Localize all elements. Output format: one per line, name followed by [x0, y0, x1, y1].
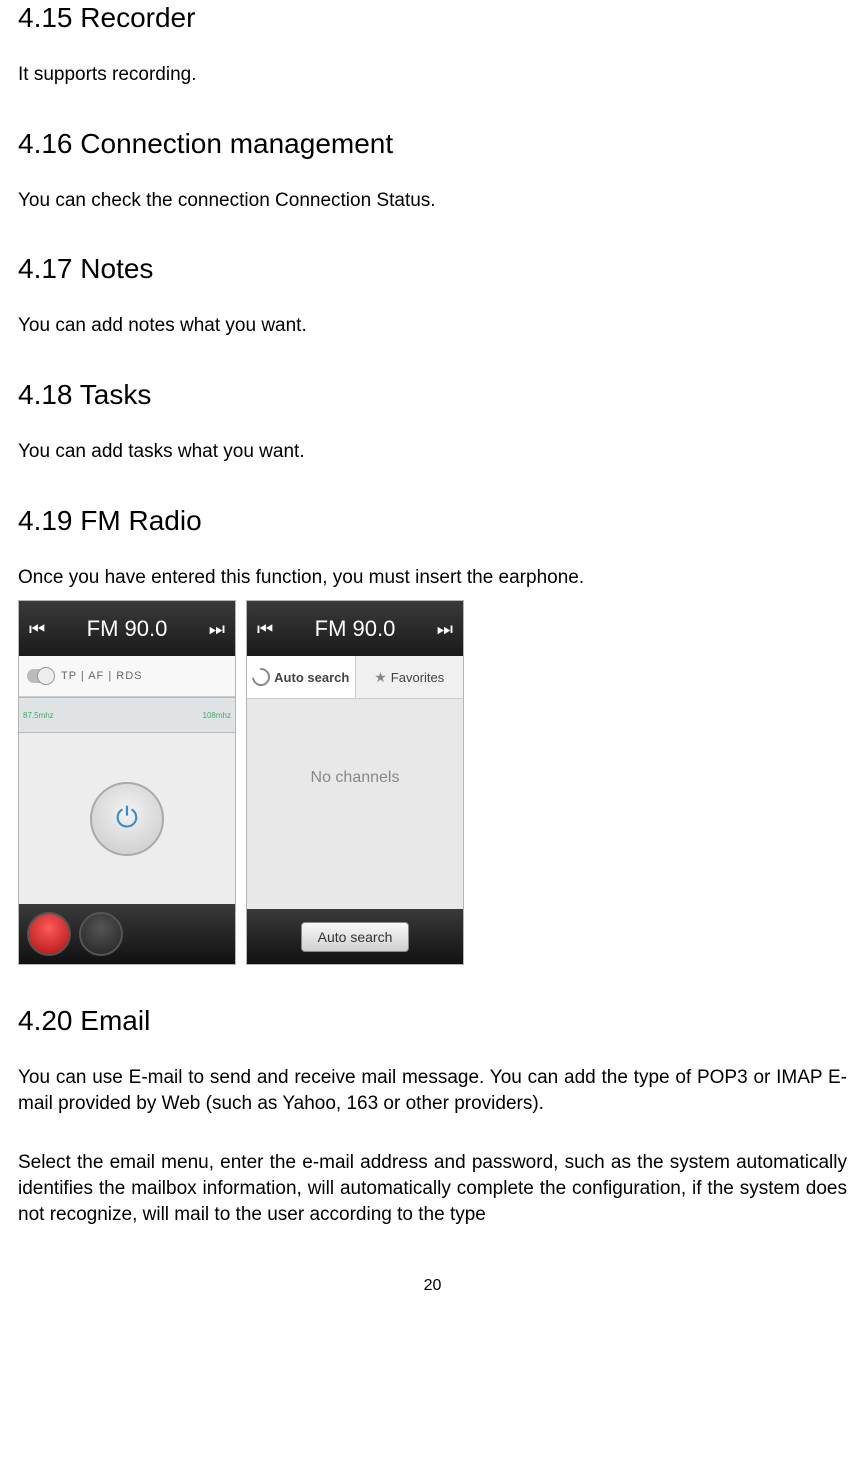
body-4-19: Once you have entered this function, you… [18, 565, 847, 591]
fm-middle-area: ⏻ [19, 733, 235, 904]
fm-tuner-bar: ⏮ FM 90.0 ⏭ [19, 601, 235, 656]
heading-4-16: 4.16 Connection management [18, 98, 847, 160]
prev-station-icon-2[interactable]: ⏮ [257, 620, 273, 638]
fm-tabs: Auto search ★ Favorites [247, 656, 463, 699]
auto-search-button[interactable]: Auto search [301, 922, 410, 952]
power-icon: ⏻ [116, 802, 138, 835]
next-station-icon-2[interactable]: ⏭ [437, 620, 453, 638]
rds-label: TP | AF | RDS [61, 670, 142, 682]
tab-auto-search[interactable]: Auto search [247, 656, 356, 698]
body-4-16: You can check the connection Connection … [18, 188, 847, 214]
heading-4-19: 4.19 FM Radio [18, 475, 847, 537]
fm-radio-figure: ⏮ FM 90.0 ⏭ TP | AF | RDS 87.5mhz 108mhz… [18, 600, 847, 965]
heading-4-18: 4.18 Tasks [18, 349, 847, 411]
power-button[interactable]: ⏻ [90, 782, 164, 856]
secondary-button[interactable] [79, 912, 123, 956]
page-number: 20 [18, 1277, 847, 1295]
body-4-18: You can add tasks what you want. [18, 439, 847, 465]
fm-search-row: Auto search [247, 909, 463, 964]
body-4-20-p2: Select the email menu, enter the e-mail … [18, 1150, 847, 1227]
rds-toggle[interactable] [27, 669, 55, 683]
tab-favorites[interactable]: ★ Favorites [356, 656, 464, 698]
star-icon: ★ [374, 669, 387, 686]
fm-frequency-label-2: FM 90.0 [273, 616, 437, 642]
scale-high-label: 108mhz [203, 711, 231, 720]
record-button[interactable] [27, 912, 71, 956]
scale-low-label: 87.5mhz [23, 711, 54, 720]
fm-right-pane: ⏮ FM 90.0 ⏭ Auto search ★ Favorites No c… [246, 600, 464, 965]
fm-tuner-bar-2: ⏮ FM 90.0 ⏭ [247, 601, 463, 656]
body-4-17: You can add notes what you want. [18, 313, 847, 339]
fm-left-pane: ⏮ FM 90.0 ⏭ TP | AF | RDS 87.5mhz 108mhz… [18, 600, 236, 965]
body-4-20-p1: You can use E-mail to send and receive m… [18, 1065, 847, 1116]
document-page: 4.15 Recorder It supports recording. 4.1… [0, 0, 865, 1335]
reload-icon [248, 665, 273, 690]
fm-frequency-label: FM 90.0 [45, 616, 209, 642]
body-4-15: It supports recording. [18, 62, 847, 88]
no-channels-area: No channels [247, 699, 463, 909]
tab-auto-label: Auto search [274, 670, 349, 685]
tab-fav-label: Favorites [391, 670, 444, 685]
heading-4-15: 4.15 Recorder [18, 0, 847, 34]
no-channels-label: No channels [311, 769, 400, 787]
fm-rds-row: TP | AF | RDS [19, 656, 235, 697]
prev-station-icon[interactable]: ⏮ [29, 620, 45, 638]
next-station-icon[interactable]: ⏭ [209, 620, 225, 638]
fm-bottom-bar [19, 904, 235, 964]
heading-4-17: 4.17 Notes [18, 223, 847, 285]
fm-frequency-scale[interactable]: 87.5mhz 108mhz [19, 697, 235, 733]
heading-4-20: 4.20 Email [18, 975, 847, 1037]
